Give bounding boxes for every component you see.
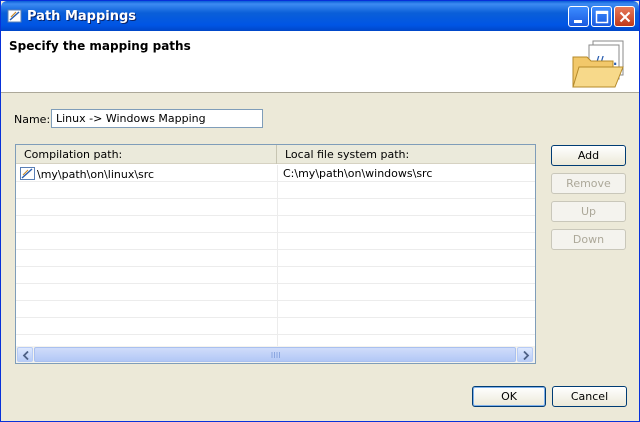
mapping-row-icon <box>20 167 36 180</box>
compilation-path-cell <box>16 199 278 216</box>
up-button[interactable]: Up <box>551 201 626 222</box>
local-path-cell <box>279 318 535 335</box>
path-mapping-app-icon <box>7 8 23 24</box>
table-row <box>16 233 535 250</box>
compilation-path-cell <box>16 250 278 267</box>
minimize-icon <box>574 20 582 23</box>
table-row <box>16 199 535 216</box>
table-row[interactable]: \my\path\on\linux\src C:\my\path\on\wind… <box>16 165 535 182</box>
header-banner: Specify the mapping paths //... <box>1 31 639 93</box>
scroll-right-button[interactable] <box>517 347 533 362</box>
compilation-path-cell <box>16 284 278 301</box>
local-path-cell <box>279 267 535 284</box>
table-row <box>16 250 535 267</box>
add-button[interactable]: Add <box>551 145 626 166</box>
table-row <box>16 267 535 284</box>
maximize-button[interactable] <box>591 6 612 27</box>
chevron-right-icon <box>523 351 530 360</box>
table-body: \my\path\on\linux\src C:\my\path\on\wind… <box>16 165 535 352</box>
table-row <box>16 216 535 233</box>
compilation-path-cell: \my\path\on\linux\src <box>16 165 278 182</box>
banner-title: Specify the mapping paths <box>9 39 191 53</box>
local-path-cell <box>279 284 535 301</box>
table-row <box>16 182 535 199</box>
compilation-path-cell <box>16 233 278 250</box>
name-field[interactable]: Linux -> Windows Mapping <box>51 109 263 128</box>
folder-mapping-icon: //... <box>569 35 629 91</box>
close-icon <box>619 11 631 23</box>
name-label: Name: <box>14 113 51 126</box>
compilation-path-cell <box>16 267 278 284</box>
window-title: Path Mappings <box>27 9 137 24</box>
local-path-cell <box>279 199 535 216</box>
scrollbar-thumb[interactable] <box>34 347 516 362</box>
table-row <box>16 318 535 335</box>
local-path-cell: C:\my\path\on\windows\src <box>283 167 433 180</box>
remove-button[interactable]: Remove <box>551 173 626 194</box>
local-path-cell <box>279 301 535 318</box>
cancel-button[interactable]: Cancel <box>552 386 627 407</box>
ok-button[interactable]: OK <box>472 386 546 407</box>
local-path-cell <box>279 216 535 233</box>
compilation-path-cell <box>16 301 278 318</box>
minimize-button[interactable] <box>568 6 589 27</box>
chevron-left-icon <box>22 351 29 360</box>
compilation-path-cell <box>16 182 278 199</box>
table-row <box>16 284 535 301</box>
local-path-cell <box>279 233 535 250</box>
compilation-path-text: \my\path\on\linux\src <box>37 168 155 181</box>
table-header: Compilation path: Local file system path… <box>16 145 535 164</box>
maximize-icon <box>595 10 609 24</box>
mappings-table: Compilation path: Local file system path… <box>15 144 536 364</box>
grip-icon <box>271 352 280 358</box>
down-button[interactable]: Down <box>551 229 626 250</box>
horizontal-scrollbar[interactable] <box>16 346 535 363</box>
compilation-path-cell <box>16 216 278 233</box>
scroll-left-button[interactable] <box>17 347 33 362</box>
close-button[interactable] <box>614 6 635 27</box>
table-row <box>16 301 535 318</box>
compilation-path-cell <box>16 318 278 335</box>
column-header-compilation-path[interactable]: Compilation path: <box>16 145 277 164</box>
title-bar[interactable]: Path Mappings <box>1 1 639 31</box>
column-header-local-path[interactable]: Local file system path: <box>277 145 535 164</box>
path-mappings-dialog: Path Mappings Specify the mapping paths <box>0 0 640 422</box>
local-path-cell <box>279 250 535 267</box>
local-path-cell <box>279 182 535 199</box>
